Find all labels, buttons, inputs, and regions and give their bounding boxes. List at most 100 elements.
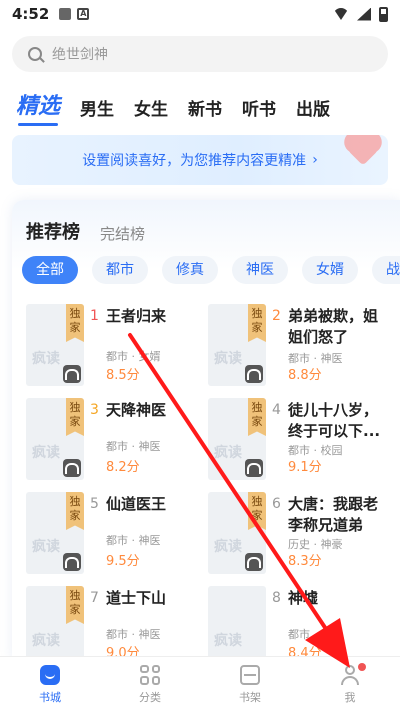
headphones-icon bbox=[245, 553, 263, 571]
nav-label: 书架 bbox=[239, 690, 261, 704]
status-time: 4:52 bbox=[12, 5, 50, 23]
rank-number: 6 bbox=[272, 496, 281, 512]
ranking-tabs: 推荐榜 完结榜 bbox=[26, 218, 145, 244]
tab-female[interactable]: 女生 bbox=[134, 95, 168, 120]
exclusive-badge: 独家 bbox=[66, 586, 84, 624]
wifi-icon bbox=[333, 8, 349, 20]
headphones-icon bbox=[63, 365, 81, 383]
book-meta: 都市 · 神医 bbox=[106, 440, 161, 453]
category-tabs: 精选 男生 女生 新书 听书 出版 bbox=[16, 88, 330, 126]
signal-icon bbox=[357, 7, 371, 21]
bottom-navigation: 书城 分类 书架 我 bbox=[0, 656, 400, 712]
chip-son-in-law[interactable]: 女婿 bbox=[302, 256, 358, 284]
book-meta: 都市 · 神医 bbox=[106, 534, 161, 547]
book-title: 仙道医王 bbox=[106, 495, 167, 513]
headphones-icon bbox=[245, 365, 263, 383]
exclusive-badge: 独家 bbox=[66, 398, 84, 436]
search-bar[interactable]: 绝世剑神 bbox=[12, 36, 388, 72]
home-icon bbox=[40, 664, 60, 685]
rank-number: 7 bbox=[90, 590, 99, 606]
status-bar: 4:52 A bbox=[0, 0, 400, 28]
book-title: 大唐：我跟老李称兄道弟 bbox=[288, 495, 379, 534]
search-icon bbox=[28, 47, 42, 61]
rank-number: 2 bbox=[272, 308, 281, 324]
profile-icon bbox=[340, 664, 360, 685]
book-cover: 疯读 独家 bbox=[208, 398, 266, 480]
rank-number: 1 bbox=[90, 308, 99, 324]
book-cover: 疯读 独家 bbox=[208, 492, 266, 574]
book-item[interactable]: 疯读 独家 5 仙道医王 都市 · 神医 9.5分 bbox=[26, 492, 206, 578]
book-title: 神墟 bbox=[288, 589, 319, 607]
book-score: 8.5分 bbox=[106, 368, 140, 383]
book-item[interactable]: 疯读 独家 6 大唐：我跟老李称兄道弟 历史 · 神豪 8.3分 bbox=[208, 492, 388, 578]
book-cover: 疯读 独家 bbox=[26, 492, 84, 574]
chip-doctor[interactable]: 神医 bbox=[232, 256, 288, 284]
grid-icon bbox=[140, 664, 160, 685]
tab-featured[interactable]: 精选 bbox=[16, 88, 60, 126]
battery-icon bbox=[379, 6, 388, 22]
book-cover: 疯读 独家 bbox=[26, 304, 84, 386]
preference-banner[interactable]: 设置阅读喜好，为您推荐内容更精准 › bbox=[12, 135, 388, 185]
book-cover: 疯读 独家 bbox=[26, 398, 84, 480]
headphones-icon bbox=[63, 553, 81, 571]
tab-male[interactable]: 男生 bbox=[80, 95, 114, 120]
tab-audiobooks[interactable]: 听书 bbox=[242, 95, 276, 120]
rank-number: 4 bbox=[272, 402, 281, 418]
book-cover: 疯读 bbox=[208, 586, 266, 660]
bookshelf-icon bbox=[240, 664, 260, 685]
search-placeholder: 绝世剑神 bbox=[52, 47, 108, 63]
nav-category[interactable]: 分类 bbox=[100, 657, 200, 712]
chip-urban[interactable]: 都市 bbox=[92, 256, 148, 284]
book-item[interactable]: 疯读 独家 4 徒儿十八岁，终于可以下... 都市 · 校园 9.1分 bbox=[208, 398, 388, 484]
book-score: 9.1分 bbox=[288, 460, 322, 475]
book-cover: 疯读 独家 bbox=[26, 586, 84, 660]
exclusive-badge: 独家 bbox=[66, 492, 84, 530]
book-title: 道士下山 bbox=[106, 589, 167, 607]
nav-label: 我 bbox=[344, 690, 356, 704]
exclusive-badge: 独家 bbox=[248, 304, 266, 342]
book-meta: 都市 · 女婿 bbox=[106, 350, 161, 363]
notification-icon bbox=[59, 8, 72, 20]
heart-icon bbox=[347, 135, 379, 166]
genre-chips: 全部 都市 修真 神医 女婿 战神 bbox=[22, 256, 400, 284]
exclusive-badge: 独家 bbox=[66, 304, 84, 342]
nav-bookshelf[interactable]: 书架 bbox=[200, 657, 300, 712]
tab-published[interactable]: 出版 bbox=[296, 95, 330, 120]
tab-completed-rank[interactable]: 完结榜 bbox=[100, 223, 145, 244]
book-title: 天降神医 bbox=[106, 401, 167, 419]
book-score: 9.5分 bbox=[106, 554, 140, 569]
tab-new-books[interactable]: 新书 bbox=[188, 95, 222, 120]
headphones-icon bbox=[63, 459, 81, 477]
rank-number: 3 bbox=[90, 402, 99, 418]
book-title: 弟弟被欺，姐姐们怒了 bbox=[288, 307, 379, 346]
nav-label: 书城 bbox=[39, 690, 61, 704]
exclusive-badge: 独家 bbox=[248, 398, 266, 436]
nav-me[interactable]: 我 bbox=[300, 657, 400, 712]
exclusive-badge: 独家 bbox=[248, 492, 266, 530]
nav-label: 分类 bbox=[139, 690, 161, 704]
book-cover: 疯读 独家 bbox=[208, 304, 266, 386]
rank-number: 5 bbox=[90, 496, 99, 512]
book-score: 8.3分 bbox=[288, 554, 322, 569]
book-title: 徒儿十八岁，终于可以下... bbox=[288, 401, 381, 440]
book-title: 王者归来 bbox=[106, 307, 167, 325]
book-score: 8.2分 bbox=[106, 460, 140, 475]
book-item[interactable]: 疯读 独家 1 王者归来 都市 · 女婿 8.5分 bbox=[26, 304, 206, 390]
rank-number: 8 bbox=[272, 590, 281, 606]
headphones-icon bbox=[245, 459, 263, 477]
notification-dot bbox=[358, 663, 366, 671]
chip-war-god[interactable]: 战神 bbox=[372, 256, 400, 284]
chip-all[interactable]: 全部 bbox=[22, 256, 78, 284]
ranking-card: 推荐榜 完结榜 全部 都市 修真 神医 女婿 战神 疯读 独家 1 王者归来 都… bbox=[12, 200, 400, 660]
book-meta: 都市 bbox=[288, 628, 310, 641]
app-notification-icon: A bbox=[77, 8, 90, 20]
tab-recommended-rank[interactable]: 推荐榜 bbox=[26, 218, 80, 244]
nav-bookstore[interactable]: 书城 bbox=[0, 657, 100, 712]
book-item[interactable]: 疯读 独家 3 天降神医 都市 · 神医 8.2分 bbox=[26, 398, 206, 484]
book-item[interactable]: 疯读 独家 2 弟弟被欺，姐姐们怒了 都市 · 神医 8.8分 bbox=[208, 304, 388, 390]
chip-cultivation[interactable]: 修真 bbox=[162, 256, 218, 284]
banner-text: 设置阅读喜好，为您推荐内容更精准 bbox=[82, 153, 307, 169]
book-item[interactable]: 疯读 独家 7 道士下山 都市 · 神医 9.0分 bbox=[26, 586, 206, 660]
book-item[interactable]: 疯读 8 神墟 都市 8.4分 bbox=[208, 586, 388, 660]
book-score: 8.8分 bbox=[288, 368, 322, 383]
